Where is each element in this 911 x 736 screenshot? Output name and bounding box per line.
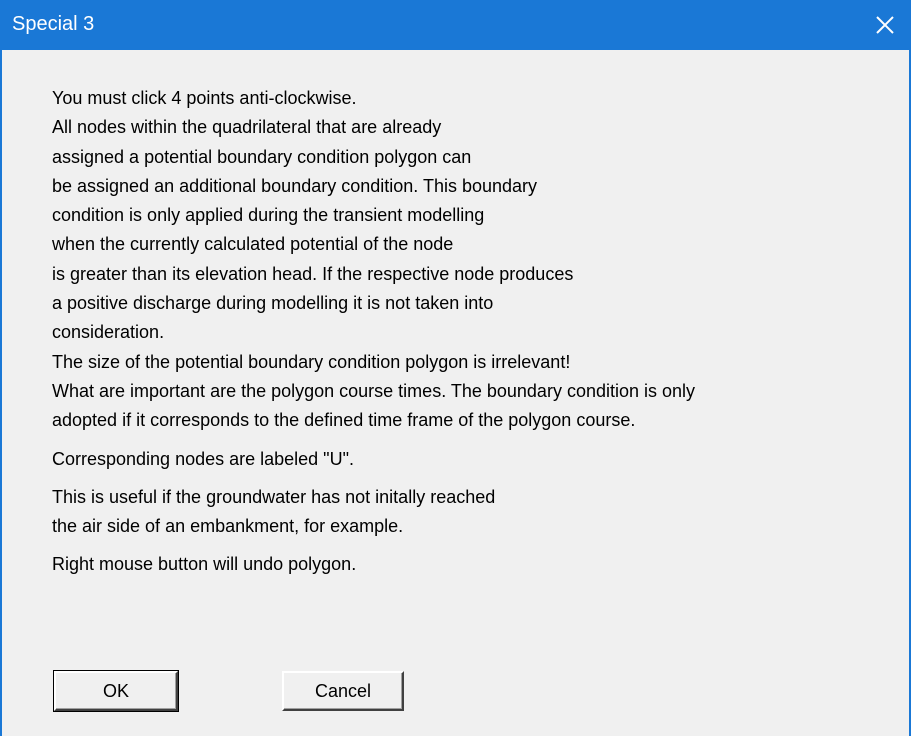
dialog-window: Special 3 You must click 4 points anti-c…: [0, 0, 911, 736]
message-line: Right mouse button will undo polygon.: [52, 554, 357, 575]
message-line: condition is only applied during the tra…: [52, 205, 485, 226]
message-line: You must click 4 points anti-clockwise.: [52, 88, 357, 108]
message-line: consideration.: [52, 322, 165, 343]
cancel-button[interactable]: Cancel: [282, 671, 404, 711]
message-line: is greater than its elevation head. If t…: [52, 263, 574, 284]
message-line: a positive discharge during modelling it…: [52, 293, 494, 314]
message-line: be assigned an additional boundary condi…: [52, 175, 538, 196]
ok-button[interactable]: OK: [53, 670, 179, 712]
message-paragraph-2: Corresponding nodes are labeled "U".: [52, 445, 892, 474]
message-line: when the currently calculated potential …: [52, 234, 454, 255]
message-line: adopted if it corresponds to the defined…: [52, 410, 636, 431]
message-line: the air side of an embankment, for examp…: [52, 516, 404, 537]
close-button[interactable]: [867, 8, 903, 42]
message-paragraph-1: You must click 4 points anti-clockwise. …: [52, 84, 892, 436]
message-line: Corresponding nodes are labeled "U".: [52, 448, 354, 469]
message-line: What are important are the polygon cours…: [52, 380, 696, 401]
message-line: assigned a potential boundary condition …: [52, 146, 472, 167]
close-icon: [876, 16, 894, 34]
message-line: The size of the potential boundary condi…: [52, 351, 571, 372]
message-line: This is useful if the groundwater has no…: [52, 486, 496, 507]
dialog-title: Special 3: [12, 13, 95, 35]
message-paragraph-3: This is useful if the groundwater has no…: [52, 483, 892, 542]
message-paragraph-4: Right mouse button will undo polygon.: [52, 550, 892, 579]
message-body: You must click 4 points anti-clockwise. …: [52, 84, 892, 580]
title-bar[interactable]: Special 3: [0, 0, 911, 50]
message-line: All nodes within the quadrilateral that …: [52, 117, 442, 138]
